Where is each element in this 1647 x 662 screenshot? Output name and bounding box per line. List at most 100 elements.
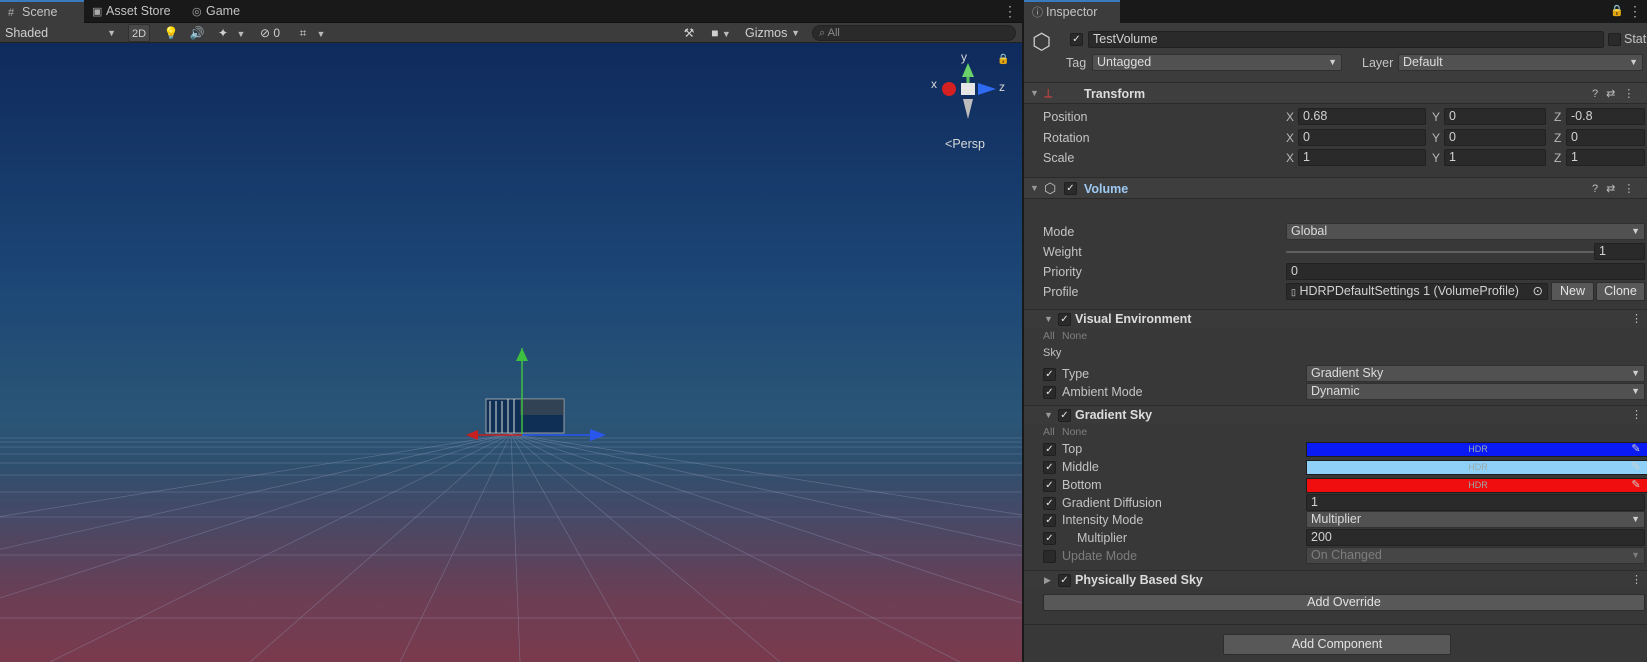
orientation-gizmo[interactable]	[942, 63, 996, 119]
tag-dropdown[interactable]: Untagged ▼	[1092, 54, 1342, 71]
volume-object[interactable]	[485, 398, 565, 434]
middle-color-swatch[interactable]: HDR	[1306, 460, 1647, 475]
fold-down-icon[interactable]: ▼	[1030, 183, 1039, 193]
axis-z-label: Z	[1554, 151, 1562, 165]
eyedropper-icon[interactable]: ✎	[1628, 478, 1644, 493]
position-x-field[interactable]: 0.68	[1298, 108, 1426, 125]
mode-dropdown[interactable]: Global ▼	[1286, 223, 1645, 240]
ambient-mode-dropdown[interactable]: Dynamic ▼	[1306, 383, 1645, 400]
visual-environment-header[interactable]: ▼ ✓ Visual Environment ⋮	[1024, 309, 1647, 328]
tab-asset-store[interactable]: ▣ Asset Store	[84, 0, 184, 23]
multiplier-override-checkbox[interactable]: ✓	[1043, 532, 1056, 545]
camera-dropdown[interactable]: ■ ▼	[704, 24, 738, 42]
bottom-color-swatch[interactable]: HDR	[1306, 478, 1647, 493]
gradient-diffusion-field[interactable]: 1	[1306, 494, 1645, 511]
intensity-mode-dropdown[interactable]: Multiplier ▼	[1306, 511, 1645, 528]
physically-based-sky-header[interactable]: ▶ ✓ Physically Based Sky ⋮	[1024, 570, 1647, 589]
lock-icon[interactable]: 🔒	[1610, 4, 1624, 18]
eyedropper-icon[interactable]: ✎	[1628, 442, 1644, 457]
override-menu-icon[interactable]: ⋮	[1631, 312, 1647, 325]
scene-search-input[interactable]: ⌕ All	[812, 25, 1016, 41]
clone-profile-button[interactable]: Clone	[1596, 282, 1645, 301]
inspector-menu-icon[interactable]: ⋮	[1628, 4, 1642, 18]
projection-toggle[interactable]: <Persp	[945, 137, 985, 151]
scale-x-field[interactable]: 1	[1298, 149, 1426, 166]
tab-inspector[interactable]: ⓘ Inspector	[1024, 0, 1120, 23]
ambient-override-checkbox[interactable]: ✓	[1043, 386, 1056, 399]
weight-field[interactable]: 1	[1594, 243, 1645, 260]
scene-menu-icon[interactable]: ⋮	[1003, 4, 1017, 18]
grid-dropdown-icon[interactable]: ▼	[314, 24, 328, 42]
profile-field[interactable]: ▯ HDRPDefaultSettings 1 (VolumeProfile) …	[1286, 283, 1548, 300]
tab-game[interactable]: ◎ Game	[184, 0, 264, 23]
gizmos-dropdown[interactable]: Gizmos ▼	[740, 24, 804, 42]
add-override-button[interactable]: Add Override	[1043, 594, 1645, 611]
override-menu-icon[interactable]: ⋮	[1631, 408, 1647, 421]
position-z-field[interactable]: -0.8	[1566, 108, 1645, 125]
lock-icon[interactable]: 🔒	[997, 53, 1009, 65]
intensity-override-checkbox[interactable]: ✓	[1043, 514, 1056, 527]
update-mode-dropdown[interactable]: On Changed ▼	[1306, 547, 1645, 564]
volume-enabled-checkbox[interactable]: ✓	[1064, 182, 1077, 195]
fold-right-icon[interactable]: ▶	[1044, 575, 1051, 586]
all-toggle-link[interactable]: All	[1043, 330, 1055, 342]
rotation-y-field[interactable]: 0	[1444, 129, 1546, 146]
middle-override-checkbox[interactable]: ✓	[1043, 461, 1056, 474]
audio-toggle-icon[interactable]: 🔊	[186, 24, 208, 42]
bottom-override-checkbox[interactable]: ✓	[1043, 479, 1056, 492]
effects-toggle-icon[interactable]: ✦	[212, 24, 234, 42]
cube-icon[interactable]: ⬡	[1032, 29, 1051, 55]
override-menu-icon[interactable]: ⋮	[1631, 573, 1647, 586]
hidden-objects-toggle[interactable]: ⊘ 0	[254, 24, 286, 42]
tab-scene[interactable]: # Scene	[0, 0, 84, 23]
none-toggle-link[interactable]: None	[1062, 426, 1087, 438]
update-mode-override-checkbox[interactable]: ✓	[1043, 550, 1056, 563]
shading-mode-dropdown[interactable]: Shaded ▼	[0, 24, 122, 42]
scene-viewport[interactable]: x y z 🔒 <Persp	[0, 43, 1022, 662]
add-component-button[interactable]: Add Component	[1223, 634, 1451, 655]
tools-icon[interactable]: ⚒	[678, 24, 700, 42]
active-checkbox[interactable]: ✓	[1070, 33, 1083, 46]
none-toggle-link[interactable]: None	[1062, 330, 1087, 342]
new-profile-button[interactable]: New	[1551, 282, 1594, 301]
axis-z-label: Z	[1554, 110, 1562, 124]
layer-dropdown[interactable]: Default ▼	[1398, 54, 1643, 71]
fold-down-icon[interactable]: ▼	[1044, 314, 1053, 324]
diffusion-override-checkbox[interactable]: ✓	[1043, 497, 1056, 510]
component-header-icons[interactable]: ?⇄⋮	[1592, 87, 1642, 100]
fold-down-icon[interactable]: ▼	[1030, 88, 1039, 98]
rotation-z-field[interactable]: 0	[1566, 129, 1645, 146]
object-name-field[interactable]: TestVolume	[1088, 31, 1604, 48]
static-checkbox[interactable]: ✓	[1608, 33, 1621, 46]
scale-z-field[interactable]: 1	[1566, 149, 1645, 166]
grid-toggle-icon[interactable]: ⌗	[292, 24, 314, 42]
lighting-toggle-icon[interactable]: 💡	[160, 24, 182, 42]
search-icon: ⌕	[819, 27, 826, 39]
type-override-checkbox[interactable]: ✓	[1043, 368, 1056, 381]
eyedropper-icon[interactable]: ✎	[1628, 460, 1644, 475]
2d-toggle-button[interactable]: 2D	[128, 24, 150, 42]
rotation-x-field[interactable]: 0	[1298, 129, 1426, 146]
gradient-sky-checkbox[interactable]: ✓	[1058, 409, 1071, 422]
top-color-swatch[interactable]: HDR	[1306, 442, 1647, 457]
object-picker-icon[interactable]: ⊙	[1533, 284, 1543, 299]
gradient-sky-header[interactable]: ▼ ✓ Gradient Sky ⋮	[1024, 405, 1647, 424]
transform-component-header[interactable]: ▼ ⟂ Transform ?⇄⋮	[1024, 82, 1647, 104]
weight-slider-track[interactable]	[1286, 251, 1614, 253]
position-y-field[interactable]: 0	[1444, 108, 1546, 125]
fold-down-icon[interactable]: ▼	[1044, 410, 1053, 420]
sky-type-dropdown[interactable]: Gradient Sky ▼	[1306, 365, 1645, 382]
priority-field[interactable]: 0	[1286, 263, 1645, 280]
visual-env-checkbox[interactable]: ✓	[1058, 313, 1071, 326]
pbs-checkbox[interactable]: ✓	[1058, 574, 1071, 587]
volume-component-header[interactable]: ▼ ⬡ ✓ Volume ?⇄⋮	[1024, 177, 1647, 199]
top-override-checkbox[interactable]: ✓	[1043, 443, 1056, 456]
scale-y-field[interactable]: 1	[1444, 149, 1546, 166]
axis-x-label: X	[1286, 131, 1295, 145]
static-dropdown[interactable]: Static ▼	[1624, 32, 1647, 46]
effects-dropdown-icon[interactable]: ▼	[234, 24, 248, 42]
gradient-sky-title: Gradient Sky	[1075, 408, 1153, 422]
all-toggle-link[interactable]: All	[1043, 426, 1055, 438]
multiplier-field[interactable]: 200	[1306, 529, 1645, 546]
component-header-icons[interactable]: ?⇄⋮	[1592, 182, 1642, 195]
